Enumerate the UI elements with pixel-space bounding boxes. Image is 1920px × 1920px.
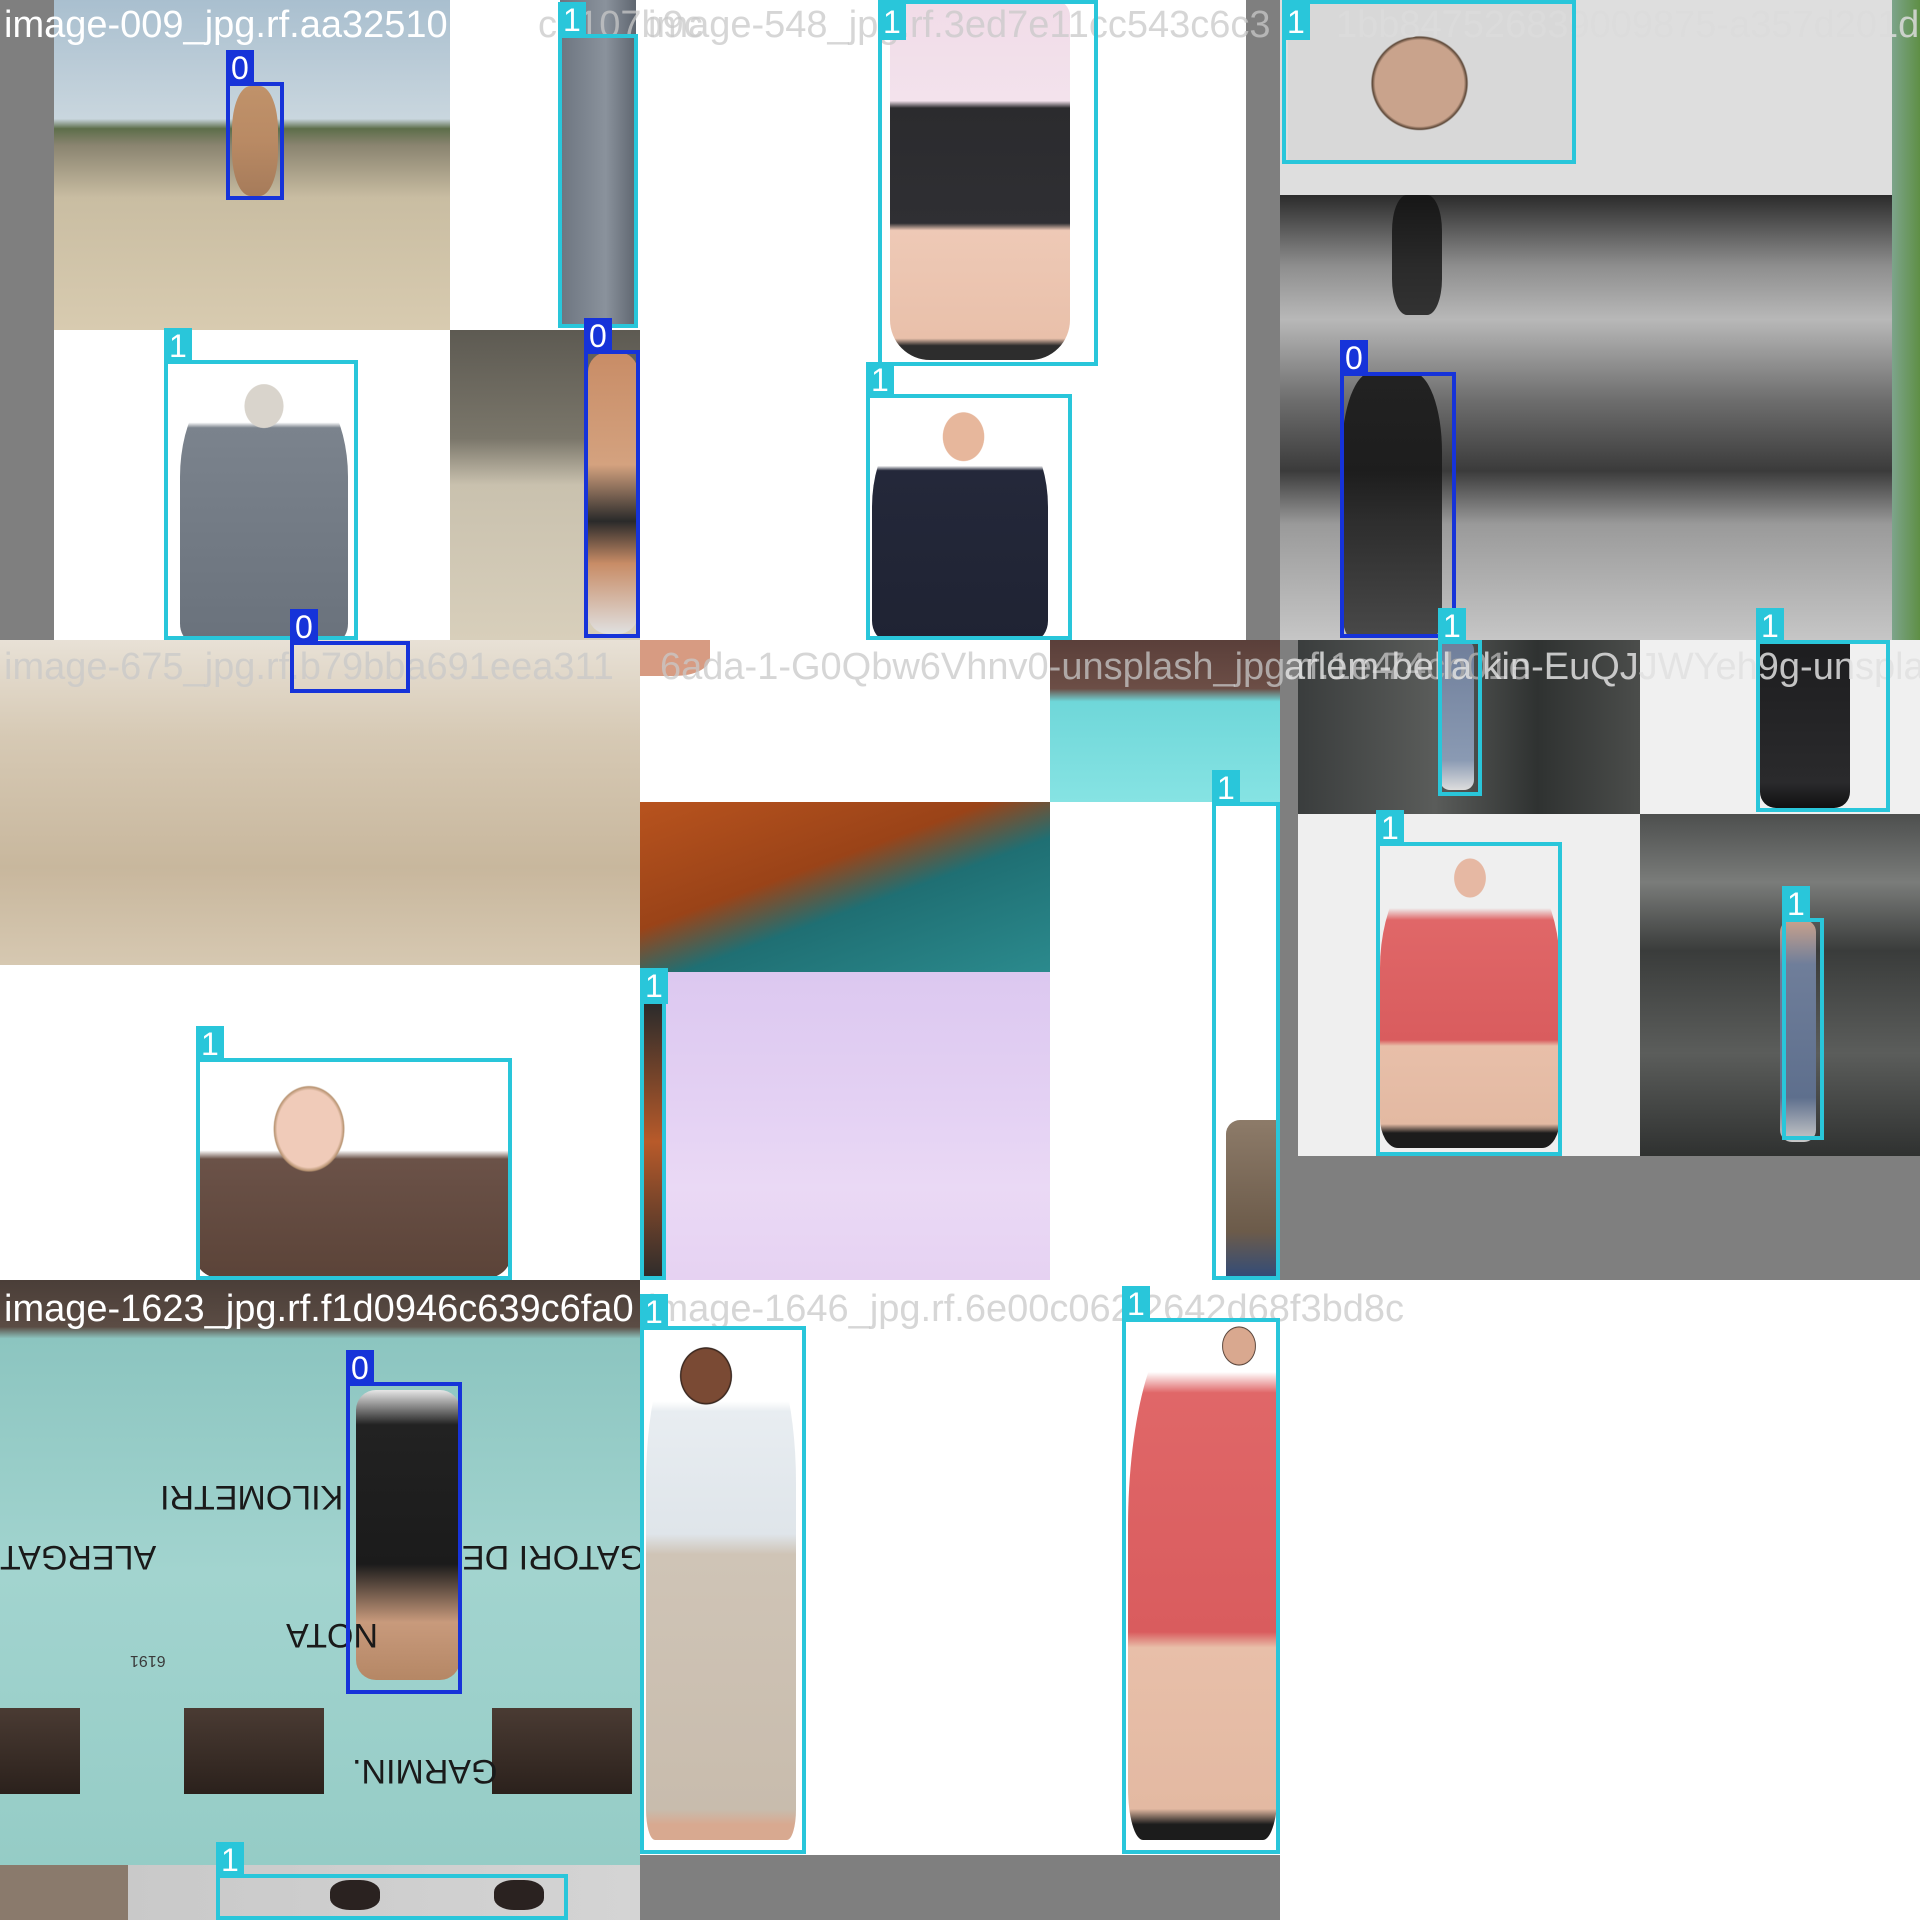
filename-label: image-1623_jpg.rf.f1d0946c639c6fa0 — [4, 1288, 634, 1330]
scene-text: KILOMETRI — [160, 1478, 344, 1516]
scene-text: GARMIN. — [352, 1752, 498, 1790]
class-label: 0 — [1340, 340, 1368, 376]
window-left — [0, 1708, 80, 1794]
mosaic-tile-7: KILOMETRI ALERGAT ALERGATORI DE NOTA GAR… — [0, 1280, 640, 1920]
bbox-class-0: 0 — [226, 50, 284, 200]
bbox-class-1: 1 — [640, 1294, 806, 1854]
window-right — [492, 1708, 632, 1794]
class-label: 1 — [1756, 608, 1784, 644]
bbox-class-1: 1 — [1756, 608, 1890, 812]
bbox-class-1: 1 — [1782, 886, 1824, 1140]
gray-padding — [1280, 640, 1298, 1156]
bbox-class-1: 1 — [866, 362, 1072, 640]
gray-padding — [640, 1855, 1280, 1920]
bbox-class-0: 0 — [1340, 340, 1456, 638]
bbox-class-1: 1 — [640, 968, 668, 1280]
bbox-class-0: 0 — [346, 1350, 462, 1694]
bbox-class-1: 1 — [1376, 810, 1562, 1156]
bbox-class-1: 1 — [196, 1026, 512, 1280]
bbox-class-1: 1 — [558, 2, 638, 328]
class-label: 1 — [1122, 1286, 1150, 1322]
filename-label: image-1646_jpg.rf.6e00c0621 — [648, 1288, 1153, 1330]
scene-text: ALERGATORI DE — [462, 1538, 640, 1576]
class-label: 1 — [1376, 810, 1404, 846]
bbox-class-0: 0 — [290, 609, 410, 693]
grass-strip — [1892, 0, 1920, 640]
walking-person-figure — [1392, 195, 1442, 315]
bbox-class-1: 1 — [1122, 1286, 1280, 1854]
class-label: 1 — [558, 2, 586, 38]
bbox-class-1: 1 — [1212, 770, 1280, 1280]
class-label: 1 — [1438, 608, 1466, 644]
mosaic-tile-5 — [640, 640, 1280, 1280]
gray-padding — [0, 0, 54, 640]
scene-text: 6191 — [130, 1652, 166, 1669]
scene-text: ALERGAT — [0, 1538, 157, 1576]
bbox-class-1: 1 — [164, 328, 358, 640]
class-label: 1 — [164, 328, 192, 364]
bbox-class-1: 1 — [1282, 0, 1576, 164]
class-label: 1 — [1212, 770, 1240, 806]
class-label: 1 — [866, 362, 894, 398]
class-label: 0 — [226, 50, 254, 86]
bbox-class-1: 1 — [216, 1842, 568, 1920]
class-label: 1 — [196, 1026, 224, 1062]
mosaic-tile-9-empty — [1280, 1280, 1920, 1920]
class-label: 1 — [640, 968, 668, 1004]
bbox-class-1: 1 — [1438, 608, 1482, 796]
rock-and-sea-photo — [640, 802, 1050, 972]
class-label: 1 — [640, 1294, 668, 1330]
class-label: 0 — [584, 318, 612, 354]
class-label: 1 — [216, 1842, 244, 1878]
window-center — [184, 1708, 324, 1794]
class-label: 1 — [878, 4, 906, 40]
class-label: 0 — [346, 1350, 374, 1386]
class-label: 1 — [1782, 886, 1810, 922]
class-label: 0 — [290, 609, 318, 645]
bbox-class-1: 1 — [878, 0, 1098, 366]
gray-padding — [1246, 0, 1280, 640]
gray-padding — [1280, 1156, 1920, 1280]
bbox-class-0: 0 — [584, 318, 640, 638]
class-label: 1 — [1282, 4, 1310, 40]
filename-label: image-009_jpg.rf.aa325101f571d — [4, 4, 564, 46]
lavender-sky-photo — [640, 972, 1050, 1280]
